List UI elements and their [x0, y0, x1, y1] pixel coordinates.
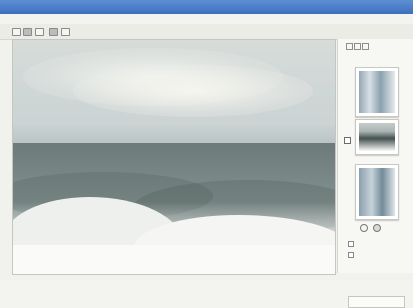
- sidebar-tool-icon[interactable]: [362, 43, 369, 50]
- thumbnail-image: [359, 71, 395, 113]
- thumbnail-image: [359, 123, 395, 151]
- thumbnail-3[interactable]: [355, 164, 399, 220]
- toolbar: [0, 24, 413, 40]
- thumbnail-2[interactable]: [355, 119, 399, 155]
- thumbnail-image: [359, 168, 395, 216]
- checkbox-icon: [348, 241, 354, 247]
- previous-icon[interactable]: [360, 224, 368, 232]
- sidebar-tool-icon[interactable]: [346, 43, 353, 50]
- sidebar-toolbar: [346, 43, 376, 51]
- cloud: [73, 65, 313, 117]
- sidebar-action-button[interactable]: [348, 296, 405, 308]
- foam: [13, 245, 335, 274]
- thumbnail-sidebar: [337, 39, 413, 308]
- checkbox-icon: [348, 252, 354, 258]
- selection-marker: [344, 137, 351, 144]
- title-bar: [0, 0, 413, 14]
- next-icon[interactable]: [373, 224, 381, 232]
- image-viewer[interactable]: [12, 39, 336, 275]
- zoom-icon[interactable]: [49, 28, 58, 36]
- rotate-icon[interactable]: [61, 28, 70, 36]
- thumbnail-1[interactable]: [355, 67, 399, 117]
- print-icon[interactable]: [35, 28, 44, 36]
- thumbnail-navigation: [346, 224, 406, 232]
- sidebar-tool-icon[interactable]: [354, 43, 361, 50]
- photo-viewer-window: [0, 0, 413, 308]
- back-icon[interactable]: [12, 28, 21, 36]
- forward-icon[interactable]: [23, 28, 32, 36]
